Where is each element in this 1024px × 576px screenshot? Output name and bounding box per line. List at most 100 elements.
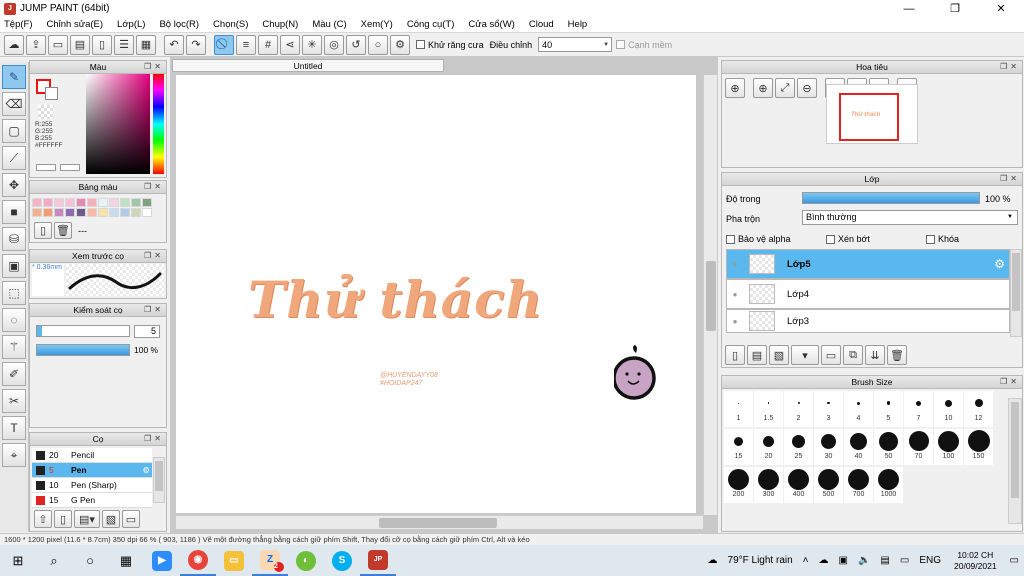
brush-list-item[interactable]: 10 Pen (Sharp) bbox=[32, 478, 152, 493]
perspective-ruler-icon[interactable]: ⋖ bbox=[280, 34, 300, 55]
comment-icon[interactable]: ▭ bbox=[48, 34, 68, 55]
cloud-icon[interactable]: ☁ bbox=[4, 34, 24, 55]
jump-paint-app-icon[interactable]: JP bbox=[360, 545, 396, 576]
visibility-icon[interactable]: ● bbox=[727, 290, 743, 299]
color-swatch[interactable] bbox=[54, 208, 64, 217]
trash-icon[interactable]: 🗑 bbox=[54, 222, 72, 239]
layer-delete-icon[interactable]: 🗑 bbox=[887, 345, 907, 365]
color-swatch[interactable] bbox=[43, 208, 53, 217]
layer-folder-icon[interactable]: ▭ bbox=[821, 345, 841, 365]
color-swatch[interactable] bbox=[131, 208, 141, 217]
folder-icon[interactable]: ▭ bbox=[122, 510, 140, 528]
volume-icon[interactable]: 🔈 bbox=[858, 555, 870, 566]
brush-size-scrollbar[interactable] bbox=[1008, 398, 1022, 524]
brush-size-option[interactable]: 5 bbox=[874, 391, 903, 427]
antialias-checkbox[interactable] bbox=[416, 40, 425, 49]
menu-edit[interactable]: Chỉnh sửa(E) bbox=[47, 19, 104, 30]
restore-button[interactable]: ❐ bbox=[932, 0, 978, 17]
brush-list-item[interactable]: 15 G Pen bbox=[32, 493, 152, 508]
brush-tool-icon[interactable]: ✎ bbox=[2, 65, 26, 89]
zoom-in-icon[interactable]: ⊕ bbox=[725, 78, 745, 98]
lasso-tool-icon[interactable]: ◌ bbox=[2, 308, 26, 332]
drawing-canvas[interactable]: Thử thách @HUYENDAYY08 #HOIDAP247 bbox=[176, 75, 696, 513]
weather-text[interactable]: 79°F Light rain bbox=[728, 555, 793, 566]
brush-size-option[interactable]: 70 bbox=[904, 429, 933, 465]
layer-menu-icon[interactable]: ▾ bbox=[791, 345, 819, 365]
color-swatch[interactable] bbox=[76, 198, 86, 207]
task-view-icon[interactable]: ○ bbox=[72, 545, 108, 576]
brush-size-option[interactable]: 2 bbox=[784, 391, 813, 427]
brush-size-option[interactable]: 500 bbox=[814, 467, 843, 503]
chevron-up-icon[interactable]: ˄ bbox=[803, 555, 809, 566]
brush-size-option[interactable]: 700 bbox=[844, 467, 873, 503]
menu-capture[interactable]: Chụp(N) bbox=[262, 19, 298, 30]
shape-ruler-icon[interactable]: ○ bbox=[368, 34, 388, 55]
material-icon[interactable]: ▤ bbox=[70, 34, 90, 55]
cloud-sync-icon[interactable]: ☁ bbox=[819, 555, 829, 566]
parallel-ruler-icon[interactable]: ≡ bbox=[236, 34, 256, 55]
brush-opacity-slider[interactable] bbox=[36, 344, 130, 356]
color-swatch[interactable] bbox=[76, 208, 86, 217]
minimize-button[interactable]: — bbox=[886, 0, 932, 17]
color-swatch[interactable] bbox=[32, 198, 42, 207]
blend-mode-select[interactable]: Bình thường ▼ bbox=[802, 210, 1018, 225]
bucket-tool-icon[interactable]: ⛁ bbox=[2, 227, 26, 251]
select-rect-tool-icon[interactable]: ▢ bbox=[2, 119, 26, 143]
menu-window[interactable]: Cửa sổ(W) bbox=[468, 19, 514, 30]
brush-size-option[interactable]: 3 bbox=[814, 391, 843, 427]
menu-file[interactable]: Tệp(F) bbox=[4, 19, 33, 30]
redo-icon[interactable]: ↷ bbox=[186, 34, 206, 55]
brush-size-option[interactable]: 400 bbox=[784, 467, 813, 503]
color-swatch[interactable] bbox=[43, 198, 53, 207]
color-swatch[interactable] bbox=[98, 198, 108, 207]
brush-size-option[interactable]: 12 bbox=[964, 391, 993, 427]
protect-alpha-checkbox[interactable] bbox=[726, 234, 735, 244]
color-swatch[interactable] bbox=[54, 198, 64, 207]
language-indicator[interactable]: ENG bbox=[919, 555, 941, 566]
menu-select[interactable]: Chọn(S) bbox=[213, 19, 248, 30]
fit-icon[interactable]: ⤢ bbox=[775, 78, 795, 98]
eraser-tool-icon[interactable]: ⌫ bbox=[2, 92, 26, 116]
lock-option[interactable]: Khóa bbox=[926, 234, 959, 244]
brush-size-option[interactable]: 100 bbox=[934, 429, 963, 465]
lock-checkbox[interactable] bbox=[926, 234, 935, 244]
search-icon[interactable]: ⌕ bbox=[36, 545, 72, 576]
color-swatch[interactable] bbox=[120, 208, 130, 217]
widgets-icon[interactable]: ▦ bbox=[108, 545, 144, 576]
color-swatch[interactable] bbox=[98, 208, 108, 217]
brush-size-option[interactable]: 10 bbox=[934, 391, 963, 427]
radial-ruler-icon[interactable]: ✳ bbox=[302, 34, 322, 55]
brush-menu-icon[interactable]: ▤▾ bbox=[74, 510, 100, 528]
layer-opacity-slider[interactable] bbox=[802, 192, 980, 204]
no-ruler-icon[interactable]: ⃠ bbox=[214, 34, 234, 55]
brush-size-option[interactable]: 200 bbox=[724, 467, 753, 503]
saturation-value-picker[interactable] bbox=[86, 74, 150, 174]
brush-size-option[interactable]: 1.5 bbox=[754, 391, 783, 427]
menu-tools[interactable]: Công cụ(T) bbox=[407, 19, 455, 30]
brush-size-option[interactable]: 150 bbox=[964, 429, 993, 465]
page-icon[interactable]: ▯ bbox=[92, 34, 112, 55]
new-layer-icon[interactable]: ▯ bbox=[725, 345, 745, 365]
color-swatch[interactable] bbox=[109, 208, 119, 217]
file-explorer-icon[interactable]: ▭ bbox=[216, 545, 252, 576]
antivirus-icon[interactable]: ▣ bbox=[839, 555, 848, 566]
eyedropper-tool-icon[interactable]: ⌖ bbox=[2, 443, 26, 467]
layer-settings-icon[interactable]: ⚙ bbox=[994, 257, 1005, 271]
fill-rect-tool-icon[interactable]: ■ bbox=[2, 200, 26, 224]
menu-cloud[interactable]: Cloud bbox=[529, 19, 554, 30]
close-button[interactable]: ✕ bbox=[978, 0, 1024, 17]
menu-help[interactable]: Help bbox=[568, 19, 588, 30]
brush-size-option[interactable]: 7 bbox=[904, 391, 933, 427]
windows-start-icon[interactable]: ⊞ bbox=[0, 545, 36, 576]
zoom-in-2-icon[interactable]: ⊕ bbox=[753, 78, 773, 98]
export-icon[interactable]: ⇪ bbox=[26, 34, 46, 55]
color-swatch[interactable] bbox=[120, 198, 130, 207]
marquee-tool-icon[interactable]: ⬚ bbox=[2, 281, 26, 305]
brush-settings-icon[interactable]: ▧ bbox=[102, 510, 120, 528]
soft-edge-checkbox[interactable] bbox=[616, 40, 626, 49]
new-halftone-icon[interactable]: ▧ bbox=[769, 345, 789, 365]
protect-alpha-option[interactable]: Bảo vệ alpha bbox=[726, 234, 791, 244]
settings-icon[interactable]: ⚙ bbox=[390, 34, 410, 55]
grid-icon[interactable]: ▦ bbox=[136, 34, 156, 55]
hue-slider[interactable] bbox=[153, 74, 164, 174]
